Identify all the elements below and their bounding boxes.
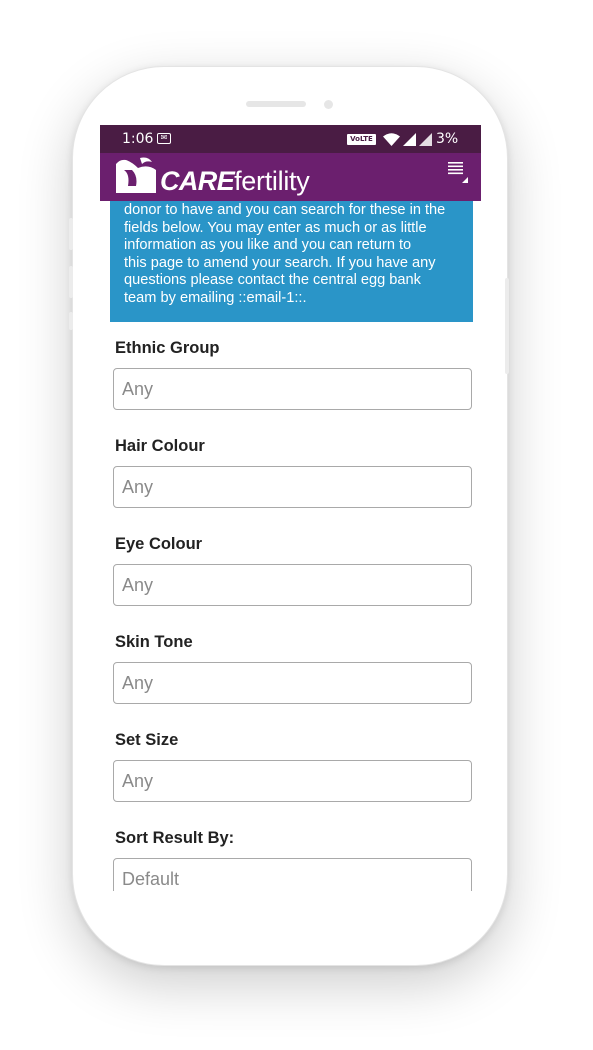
phone-side-button xyxy=(69,218,73,250)
wifi-icon xyxy=(383,133,400,146)
phone-side-button xyxy=(69,312,73,330)
intro-text-line: this page to amend your search. If you h… xyxy=(124,254,436,271)
menu-icon[interactable] xyxy=(448,161,468,183)
set-size-select[interactable]: Any xyxy=(113,760,472,802)
set-size-label: Set Size xyxy=(115,731,179,749)
sort-result-select[interactable]: Default xyxy=(113,858,472,891)
phone-speaker xyxy=(246,101,306,107)
status-time: 1:06 xyxy=(122,131,154,147)
intro-text-box: donor to have and you can search for the… xyxy=(110,201,473,322)
intro-text-line: team by emailing ::email-1::. xyxy=(124,289,307,306)
signal-icon xyxy=(419,133,432,146)
phone-camera xyxy=(324,100,333,109)
eye-colour-label: Eye Colour xyxy=(115,535,203,553)
brand-logo-text: CAREfertility xyxy=(160,166,310,196)
app-screen: 1:06 ✉ VoLTE 1 3% CAREfertility donor to… xyxy=(100,125,481,891)
battery-level: 3% xyxy=(436,131,459,147)
intro-text-line: questions please contact the central egg… xyxy=(124,272,421,289)
app-notification-icon: ✉ xyxy=(157,133,171,144)
logo-bold-text: CARE xyxy=(160,166,235,196)
hair-colour-select[interactable]: Any xyxy=(113,466,472,508)
eye-colour-select[interactable]: Any xyxy=(113,564,472,606)
intro-text-line: information as you like and you can retu… xyxy=(124,237,412,254)
volte-badge: VoLTE 1 xyxy=(347,134,376,154)
app-header: CAREfertility xyxy=(100,153,481,201)
ethnic-group-select[interactable]: Any xyxy=(113,368,472,410)
skin-tone-select[interactable]: Any xyxy=(113,662,472,704)
sort-result-label: Sort Result By: xyxy=(115,829,235,847)
phone-side-button xyxy=(69,266,73,298)
phone-power-button xyxy=(505,278,509,374)
ethnic-group-label: Ethnic Group xyxy=(115,339,220,357)
skin-tone-label: Skin Tone xyxy=(115,633,193,651)
status-bar: 1:06 ✉ VoLTE 1 3% xyxy=(100,125,481,154)
care-logo-icon xyxy=(116,157,156,193)
hair-colour-label: Hair Colour xyxy=(115,437,205,455)
logo-light-text: fertility xyxy=(234,166,310,196)
intro-text-line: fields below. You may enter as much or a… xyxy=(124,219,427,236)
signal-icon xyxy=(403,133,416,146)
intro-text-line: donor to have and you can search for the… xyxy=(124,202,446,218)
